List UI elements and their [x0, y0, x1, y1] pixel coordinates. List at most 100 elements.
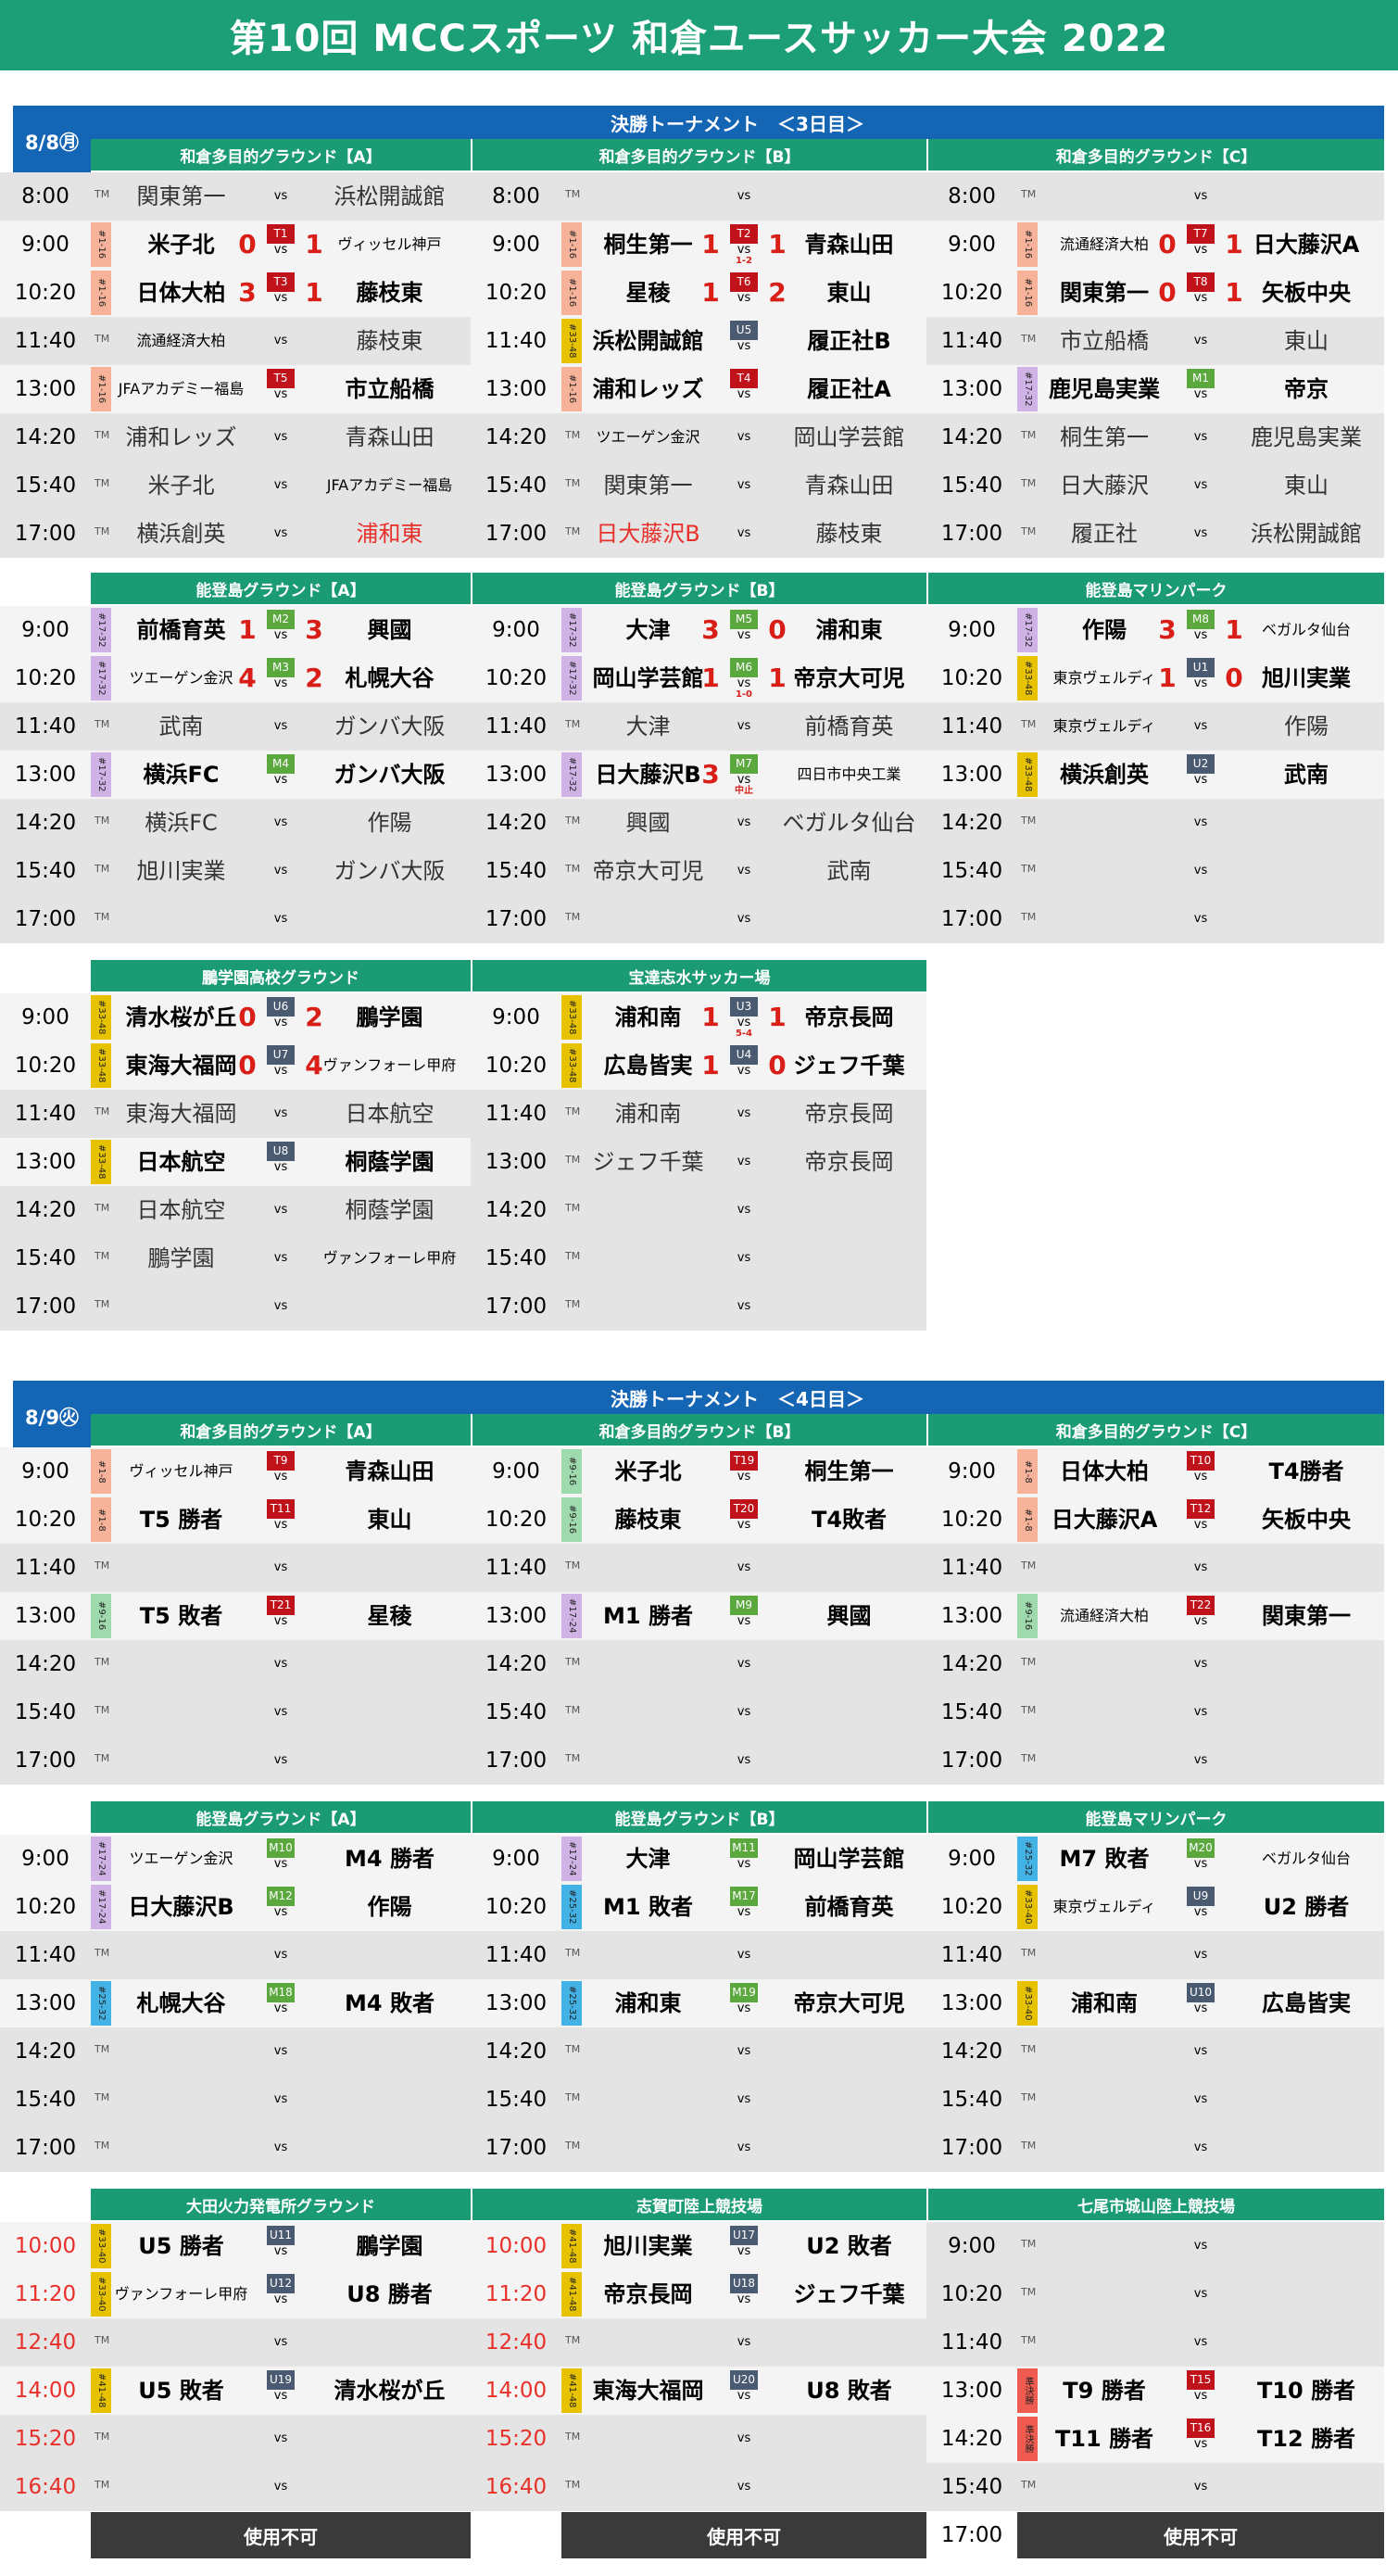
vs-block: vs — [1182, 2463, 1219, 2511]
closed-label: 使用不可 — [561, 2512, 926, 2558]
match-badge: M8 — [1187, 610, 1215, 629]
vs-label: vs — [273, 2244, 288, 2258]
vs-block: U7 vs — [262, 1042, 299, 1090]
vs-block: T10 vs — [1182, 1447, 1219, 1496]
time-cell: 11:40 — [14, 1102, 77, 1126]
time-cell: 13:00 — [485, 1604, 548, 1628]
tm-mark: TM — [1021, 814, 1037, 827]
match-cell: #41-48 U5 敗者 清水桜が丘 U19 vs — [91, 2367, 471, 2415]
vs-block: vs — [262, 2124, 299, 2172]
match-row: 9:00 #17-32 大津 浦和東 3 0 M5 vs — [471, 606, 926, 654]
match-row: 10:20 #33-48 東海大福岡 ヴァンフォーレ甲府 0 4 U7 vs — [0, 1042, 471, 1090]
team-away: 興國 — [367, 617, 412, 643]
team-home: ツエーゲン金沢 — [129, 669, 233, 687]
match-row: 10:00 #33-40 U5 勝者 鵬学園 U11 vs — [0, 2222, 471, 2270]
match-row: 14:20 TM vs — [926, 799, 1384, 847]
match-badge: U18 — [730, 2274, 758, 2293]
score-home: 0 — [238, 1002, 257, 1032]
match-row: 9:00 #1-16 米子北 ヴィッセル神戸 0 1 T1 vs — [0, 221, 471, 269]
match-row: 13:00 #25-32 札幌大谷 M4 敗者 M18 vs — [0, 1979, 471, 2027]
match-row: 17:00 TM 履正社 浜松開誠館 vs — [926, 510, 1384, 558]
team-away: 青森山田 — [345, 424, 435, 450]
match-row: 15:40 TM 関東第一 青森山田 vs — [471, 461, 926, 510]
time-cell: 11:40 — [940, 1556, 1003, 1580]
match-cell: #17-24 ツエーゲン金沢 M4 勝者 M10 vs — [91, 1835, 471, 1883]
match-cell: TM vs — [561, 1186, 926, 1234]
tm-mark: TM — [1021, 2334, 1037, 2346]
match-badge: U5 — [730, 321, 758, 340]
match-cell: TM vs — [561, 2076, 926, 2124]
score-away: 1 — [305, 277, 323, 308]
time-cell: 10:20 — [485, 1054, 548, 1078]
match-cell: TM vs — [91, 2415, 471, 2463]
time-cell: 9:00 — [21, 1005, 69, 1029]
bracket-tag: #1-16 — [1017, 222, 1038, 267]
match-cell: TM vs — [1017, 2027, 1384, 2076]
vs-block: vs — [1182, 1931, 1219, 1979]
team-away: M4 敗者 — [345, 1990, 435, 2016]
venue-header: 志賀町陸上競技場 — [472, 2189, 926, 2220]
vs-block: vs — [725, 510, 762, 558]
match-badge: U2 — [1187, 754, 1215, 774]
match-cell: #1-16 浦和レッズ 履正社A T4 vs — [561, 365, 926, 413]
team-home: 大津 — [625, 713, 671, 739]
vs-label: vs — [737, 1905, 751, 1919]
bracket-tag: #17-32 — [91, 752, 111, 797]
match-row: 17:00 TM vs — [926, 2124, 1384, 2172]
vs-block: vs — [262, 2463, 299, 2511]
time-cell: 15:40 — [14, 1246, 77, 1270]
match-row: 11:40 TM vs — [0, 1544, 471, 1592]
vs-label: vs — [1193, 1753, 1208, 1767]
match-badge: M5 — [730, 610, 758, 629]
match-row: 11:40 TM vs — [926, 2318, 1384, 2367]
time-cell: 8:00 — [21, 184, 69, 208]
match-row: 13:00 #9-16 T5 敗者 星稜 T21 vs — [0, 1592, 471, 1640]
vs-label: vs — [1193, 334, 1208, 347]
vs-label: vs — [273, 1299, 288, 1313]
match-row: 15:40 TM 旭川実業 ガンバ大阪 vs — [0, 847, 471, 895]
vs-block: vs — [262, 1090, 299, 1138]
match-cell: TM vs — [1017, 2124, 1384, 2172]
vs-label: vs — [273, 526, 288, 540]
bracket-tag: #1-16 — [91, 222, 111, 267]
bracket-tag: #1-8 — [91, 1497, 111, 1542]
match-cell: #25-32 M1 敗者 前橋育英 M17 vs — [561, 1883, 926, 1931]
team-home: 日体大柏 — [136, 280, 226, 306]
closed-label: 使用不可 — [1017, 2512, 1384, 2558]
tm-mark: TM — [1021, 2043, 1037, 2055]
vs-block: T7 vs — [1182, 221, 1219, 269]
vs-block: vs — [1182, 413, 1219, 461]
vs-block: vs — [725, 895, 762, 943]
vs-label: vs — [1193, 2287, 1208, 2301]
team-home: 横浜創英 — [1060, 762, 1149, 788]
match-row: 16:40 TM vs — [471, 2463, 926, 2511]
match-row: 14:20 TM 浦和レッズ 青森山田 vs — [0, 413, 471, 461]
vs-label: vs — [737, 387, 751, 401]
team-away: 興國 — [826, 1603, 872, 1629]
team-away: 矢板中央 — [1262, 280, 1351, 306]
bracket-tag: #41-48 — [561, 2272, 582, 2317]
match-row: 9:00 #25-32 M7 敗者 ベガルタ仙台 M20 vs — [926, 1835, 1384, 1883]
match-cell: TM vs — [1017, 2318, 1384, 2367]
time-cell: 10:20 — [14, 281, 77, 305]
vs-label: vs — [737, 1016, 751, 1029]
vs-label: vs — [1193, 1518, 1208, 1532]
tm-mark: TM — [1021, 429, 1037, 441]
vs-label: vs — [273, 676, 288, 690]
tm-mark: TM — [565, 1559, 581, 1572]
team-home: 大津 — [625, 1846, 671, 1872]
team-away: T12 勝者 — [1256, 2426, 1356, 2452]
match-badge: T10 — [1187, 1451, 1215, 1471]
tm-mark: TM — [94, 2431, 110, 2443]
vs-block: U9 vs — [1182, 1883, 1219, 1931]
match-row: 11:40 TM 大津 前橋育英 vs — [471, 702, 926, 751]
time-cell: 11:40 — [485, 1102, 548, 1126]
venue-header: 能登島グラウンド【B】 — [472, 1801, 926, 1833]
tm-mark: TM — [565, 2091, 581, 2103]
time-cell: 9:00 — [21, 1847, 69, 1871]
match-row: 15:40 TM vs — [926, 2463, 1384, 2511]
vs-block: vs — [1182, 2076, 1219, 2124]
pk-score: 5-4 — [735, 1029, 753, 1039]
vs-label: vs — [737, 1064, 751, 1078]
match-row: 9:00 #17-24 ツエーゲン金沢 M4 勝者 M10 vs — [0, 1835, 471, 1883]
